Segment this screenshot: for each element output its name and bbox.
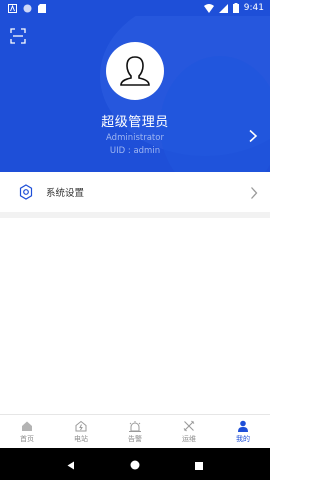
signal-icon bbox=[218, 3, 228, 13]
nav-label: 运维 bbox=[182, 434, 196, 443]
nav-item-alarm[interactable]: 告警 bbox=[108, 415, 162, 448]
person-icon bbox=[238, 420, 248, 432]
nav-item-station[interactable]: 电站 bbox=[54, 415, 108, 448]
nav-label: 电站 bbox=[74, 434, 88, 443]
alarm-icon bbox=[129, 420, 141, 432]
chevron-right-icon bbox=[250, 185, 258, 199]
sync-icon bbox=[23, 4, 32, 13]
status-bar: 9:41 bbox=[0, 0, 270, 16]
status-right: 9:41 bbox=[203, 3, 264, 13]
recents-icon[interactable] bbox=[194, 455, 203, 474]
profile-header[interactable]: 超级管理员 Administrator UID : admin bbox=[0, 16, 270, 172]
user-uid: UID : admin bbox=[109, 146, 161, 156]
section-divider bbox=[0, 212, 270, 218]
nav-label: 我的 bbox=[236, 434, 250, 443]
user-role: Administrator bbox=[106, 133, 164, 143]
station-icon bbox=[75, 420, 87, 431]
avatar[interactable] bbox=[106, 42, 164, 100]
battery-icon bbox=[232, 3, 239, 13]
nav-label: 首页 bbox=[20, 434, 34, 443]
settings-row[interactable]: 系统设置 bbox=[0, 172, 270, 212]
user-silhouette-icon bbox=[120, 56, 150, 86]
nav-item-home[interactable]: 首页 bbox=[0, 415, 54, 448]
scan-icon[interactable] bbox=[10, 28, 26, 44]
nav-label: 告警 bbox=[128, 434, 142, 443]
sd-card-icon bbox=[38, 3, 46, 13]
gear-icon bbox=[18, 184, 34, 200]
chevron-right-icon[interactable] bbox=[248, 128, 258, 143]
back-icon[interactable] bbox=[67, 455, 75, 474]
status-left bbox=[8, 3, 46, 13]
notification-a-icon bbox=[8, 3, 17, 13]
status-time: 9:41 bbox=[243, 3, 264, 13]
system-nav-bar bbox=[0, 448, 270, 480]
settings-label: 系统设置 bbox=[46, 188, 85, 199]
tools-icon bbox=[183, 420, 195, 431]
wifi-icon bbox=[203, 3, 214, 13]
user-name: 超级管理员 bbox=[101, 115, 169, 130]
home-circle-icon[interactable] bbox=[130, 455, 140, 474]
home-icon bbox=[22, 421, 32, 431]
nav-item-maintenance[interactable]: 运维 bbox=[162, 415, 216, 448]
bottom-nav: 首页 电站 告警 运维 我的 bbox=[0, 414, 270, 448]
nav-item-mine[interactable]: 我的 bbox=[216, 415, 270, 448]
